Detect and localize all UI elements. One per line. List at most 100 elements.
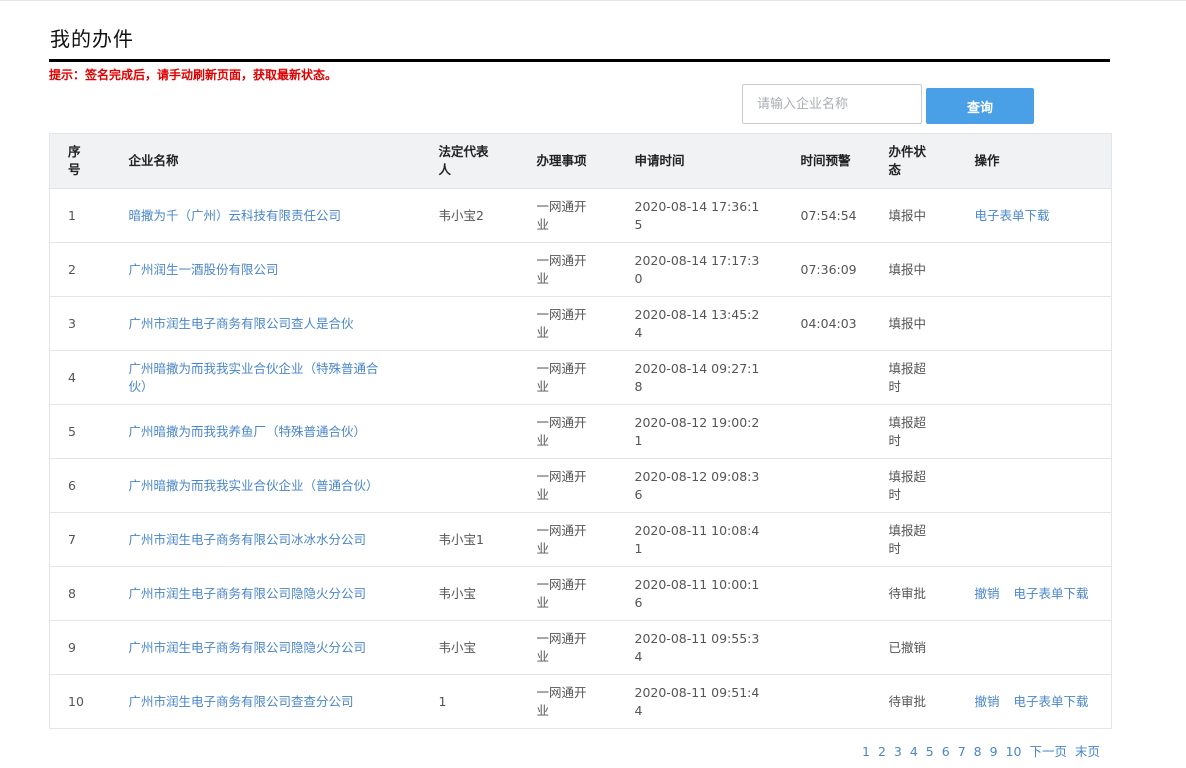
table-row: 5 广州暗撒为而我我养鱼厂（特殊普通合伙） 一网通开业 2020-08-12 19:0… [49,404,1112,459]
row-apply-time: 2020-08-11 09:55:34 [634,620,801,675]
row-item: 一网通开业 [536,350,635,405]
page-link-6[interactable]: 6 [942,744,950,759]
table-row: 6 广州暗撒为而我我实业合伙企业（普通合伙） 一网通开业 2020-08-12 09:… [49,458,1112,513]
row-item: 一网通开业 [536,458,635,513]
company-name-link[interactable]: 广州市润生电子商务有限公司冰冰水分公司 [129,531,367,549]
row-company-cell: 广州市润生电子商务有限公司查查分公司 [128,674,439,729]
row-actions [974,512,1112,567]
table-row: 9 广州市润生电子商务有限公司隐隐火分公司 韦小宝 一网通开业 2020-08-11 0… [49,620,1112,675]
row-index: 8 [49,566,129,621]
header-company: 企业名称 [128,133,439,189]
row-legal-rep [438,242,537,297]
row-time-warning: 07:54:54 [800,188,889,243]
company-name-link[interactable]: 广州市润生电子商务有限公司隐隐火分公司 [129,585,367,603]
cancel-link[interactable]: 撤销 [975,694,1000,709]
row-item: 一网通开业 [536,296,635,351]
row-index: 6 [49,458,129,513]
table-body: 1 暗撒为千（广州）云科技有限责任公司 韦小宝2 一网通开业 2020-08-14 17… [49,188,1112,729]
row-index: 7 [49,512,129,567]
row-legal-rep: 韦小宝2 [438,188,537,243]
row-legal-rep [438,296,537,351]
page-link-9[interactable]: 9 [990,744,998,759]
row-time-warning: 07:36:09 [800,242,889,297]
row-apply-time: 2020-08-11 10:08:41 [634,512,801,567]
row-time-warning [800,350,889,405]
download-form-link[interactable]: 电子表单下载 [975,208,1050,223]
company-name-link[interactable]: 广州市润生电子商务有限公司查人是合伙 [129,315,354,333]
next-page-link[interactable]: 下一页 [1029,744,1067,759]
page-link-1[interactable]: 1 [862,744,870,759]
company-name-link[interactable]: 广州市润生电子商务有限公司隐隐火分公司 [129,639,367,657]
row-legal-rep [438,458,537,513]
row-company-cell: 广州市润生电子商务有限公司隐隐火分公司 [128,620,439,675]
row-actions [974,620,1112,675]
row-company-cell: 广州市润生电子商务有限公司隐隐火分公司 [128,566,439,621]
page-link-2[interactable]: 2 [878,744,886,759]
page-link-4[interactable]: 4 [910,744,918,759]
row-index: 3 [49,296,129,351]
table-row: 4 广州暗撒为而我我实业合伙企业（特殊普通合伙） 一网通开业 2020-08-14 0… [49,350,1112,405]
row-actions [974,242,1112,297]
row-company-cell: 暗撒为千（广州）云科技有限责任公司 [128,188,439,243]
row-apply-time: 2020-08-11 10:00:16 [634,566,801,621]
company-search-input[interactable] [742,84,922,124]
table-row: 3 广州市润生电子商务有限公司查人是合伙 一网通开业 2020-08-14 13:45… [49,296,1112,351]
row-index: 2 [49,242,129,297]
row-item: 一网通开业 [536,512,635,567]
page-link-10[interactable]: 10 [1006,744,1022,759]
row-item: 一网通开业 [536,188,635,243]
company-name-link[interactable]: 广州市润生电子商务有限公司查查分公司 [129,693,354,711]
row-item: 一网通开业 [536,566,635,621]
row-apply-time: 2020-08-12 19:00:21 [634,404,801,459]
header-index: 序号 [49,133,129,189]
row-status: 待审批 [888,674,975,729]
company-name-link[interactable]: 广州润生一酒股份有限公司 [129,261,279,279]
page-link-7[interactable]: 7 [958,744,966,759]
row-status: 填报超时 [888,404,975,459]
row-status: 填报中 [888,188,975,243]
row-actions [974,458,1112,513]
row-apply-time: 2020-08-14 13:45:24 [634,296,801,351]
company-name-link[interactable]: 广州暗撒为而我我养鱼厂（特殊普通合伙） [129,423,367,441]
header-item: 办理事项 [536,133,635,189]
company-name-link[interactable]: 广州暗撒为而我我实业合伙企业（特殊普通合伙） [129,360,387,396]
row-actions: 撤销 电子表单下载 [974,566,1112,621]
row-legal-rep [438,350,537,405]
row-status: 填报超时 [888,458,975,513]
search-button[interactable]: 查询 [926,88,1034,124]
row-apply-time: 2020-08-11 09:51:44 [634,674,801,729]
title-divider [49,59,1110,62]
row-apply-time: 2020-08-14 09:27:18 [634,350,801,405]
table-row: 10 广州市润生电子商务有限公司查查分公司 1 一网通开业 2020-08-11 09:… [49,674,1112,729]
row-status: 填报中 [888,296,975,351]
page-link-8[interactable]: 8 [974,744,982,759]
row-item: 一网通开业 [536,404,635,459]
row-company-cell: 广州暗撒为而我我实业合伙企业（特殊普通合伙） [128,350,439,405]
row-legal-rep [438,404,537,459]
cancel-link[interactable]: 撤销 [975,586,1000,601]
company-name-link[interactable]: 暗撒为千（广州）云科技有限责任公司 [129,207,342,225]
row-apply-time: 2020-08-12 09:08:36 [634,458,801,513]
page-link-3[interactable]: 3 [894,744,902,759]
row-time-warning [800,674,889,729]
header-apply-time: 申请时间 [634,133,801,189]
row-index: 4 [49,350,129,405]
row-legal-rep: 韦小宝 [438,566,537,621]
row-company-cell: 广州暗撒为而我我养鱼厂（特殊普通合伙） [128,404,439,459]
table-header-row: 序号 企业名称 法定代表人 办理事项 申请时间 时间预警 办件状态 操作 [49,133,1112,189]
row-status: 待审批 [888,566,975,621]
row-actions [974,350,1112,405]
row-time-warning: 04:04:03 [800,296,889,351]
page-link-5[interactable]: 5 [926,744,934,759]
last-page-link[interactable]: 末页 [1075,744,1100,759]
header-actions: 操作 [974,133,1112,189]
download-form-link[interactable]: 电子表单下载 [1014,694,1089,709]
company-name-link[interactable]: 广州暗撒为而我我实业合伙企业（普通合伙） [129,477,379,495]
row-time-warning [800,404,889,459]
row-index: 5 [49,404,129,459]
row-index: 1 [49,188,129,243]
table-row: 8 广州市润生电子商务有限公司隐隐火分公司 韦小宝 一网通开业 2020-08-11 1… [49,566,1112,621]
row-company-cell: 广州润生一酒股份有限公司 [128,242,439,297]
row-company-cell: 广州市润生电子商务有限公司查人是合伙 [128,296,439,351]
download-form-link[interactable]: 电子表单下载 [1014,586,1089,601]
